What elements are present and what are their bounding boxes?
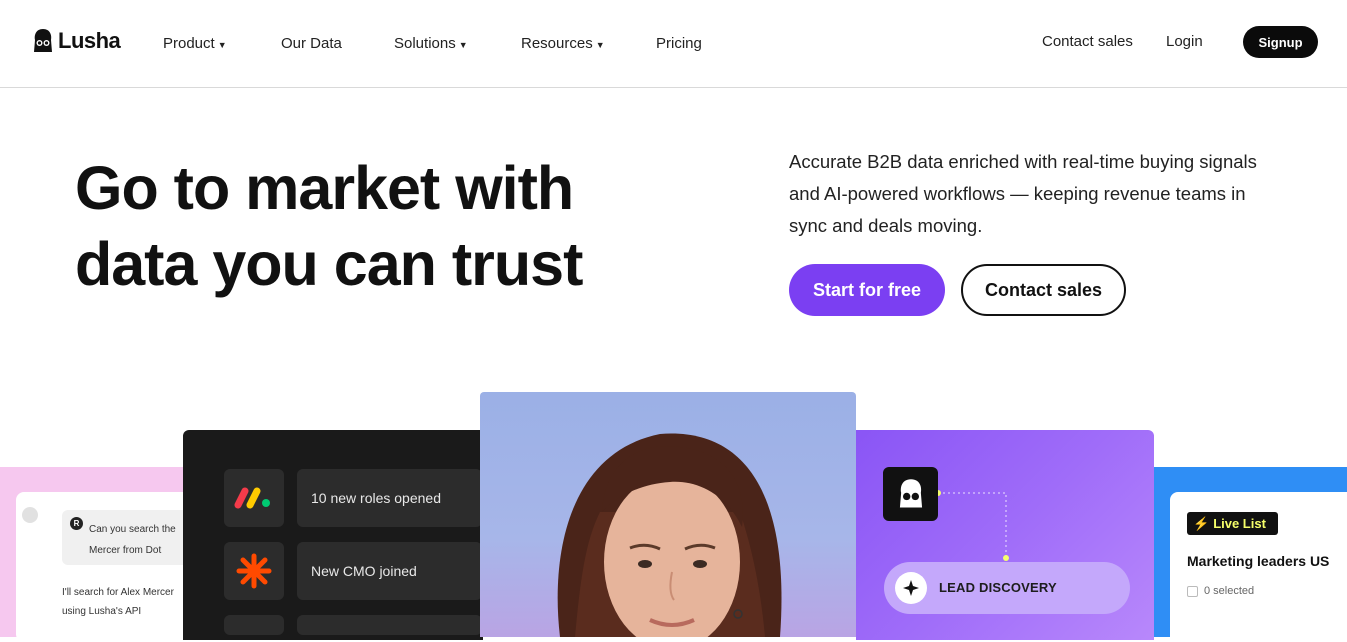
nav-resources-label: Resources xyxy=(521,35,593,52)
chevron-down-icon: ▼ xyxy=(217,39,227,50)
portrait-photo xyxy=(480,392,856,637)
lead-discovery-label: LEAD DISCOVERY xyxy=(939,580,1057,595)
chat-window-dot xyxy=(22,507,38,523)
signal-new-cmo: New CMO joined xyxy=(297,542,482,600)
top-navigation: Lusha Product ▼ Our Data Solutions ▼ Res… xyxy=(0,0,1347,88)
nav-our-data-label: Our Data xyxy=(281,35,342,52)
lusha-tile xyxy=(883,467,938,521)
nav-login-link[interactable]: Login xyxy=(1166,33,1203,50)
nav-product-label: Product xyxy=(163,35,215,52)
nav-product[interactable]: Product ▼ xyxy=(163,35,227,52)
chat-answer-text: I'll search for Alex Mercer using Lusha'… xyxy=(62,587,174,617)
selected-count: 0 selected xyxy=(1204,585,1255,597)
lusha-logo-icon xyxy=(34,29,52,52)
sparkle-icon xyxy=(895,572,927,604)
hero-headline-line1: Go to market with xyxy=(75,154,574,222)
hero-headline-line2: data you can trust xyxy=(75,230,583,298)
contact-sales-button[interactable]: Contact sales xyxy=(961,264,1126,316)
live-list-selection: 0 selected xyxy=(1187,585,1254,597)
live-list-badge: ⚡ Live List xyxy=(1187,512,1278,535)
nav-resources[interactable]: Resources ▼ xyxy=(521,35,605,52)
nav-pricing[interactable]: Pricing xyxy=(656,35,702,52)
signal-icon-box xyxy=(224,615,284,635)
lusha-logo-icon xyxy=(899,479,922,508)
start-for-free-button[interactable]: Start for free xyxy=(789,264,945,316)
select-checkbox[interactable] xyxy=(1187,585,1198,597)
brand-name: Lusha xyxy=(58,28,121,53)
nav-solutions[interactable]: Solutions ▼ xyxy=(394,35,468,52)
brand-logo[interactable]: Lusha xyxy=(32,28,121,54)
zapier-asterisk-icon xyxy=(236,553,272,589)
nav-solutions-label: Solutions xyxy=(394,35,456,52)
nav-contact-sales-link[interactable]: Contact sales xyxy=(1042,33,1133,50)
hero-subheading: Accurate B2B data enriched with real-tim… xyxy=(789,151,1257,236)
nav-pricing-label: Pricing xyxy=(656,35,702,52)
nav-our-data[interactable]: Our Data xyxy=(281,35,342,52)
chevron-down-icon: ▼ xyxy=(595,39,605,50)
hero-headline: Go to market with data you can trust xyxy=(75,150,675,302)
chevron-down-icon: ▼ xyxy=(458,39,468,50)
monday-logo-icon xyxy=(234,487,270,509)
signal-text-box xyxy=(297,615,482,635)
signals-card xyxy=(183,430,483,640)
signal-icon-box xyxy=(224,542,284,600)
chat-avatar: R xyxy=(70,517,83,530)
signup-button[interactable]: Signup xyxy=(1243,26,1318,58)
lightning-icon: ⚡ xyxy=(1193,515,1210,531)
live-list-title: Marketing leaders US xyxy=(1187,553,1330,569)
chat-question-text: Can you search the Mercer from Dot xyxy=(89,524,176,556)
signal-icon-box xyxy=(224,469,284,527)
signal-roles-opened: 10 new roles opened xyxy=(297,469,482,527)
live-list-badge-label: Live List xyxy=(1213,516,1266,531)
portrait-illustration xyxy=(557,433,782,637)
